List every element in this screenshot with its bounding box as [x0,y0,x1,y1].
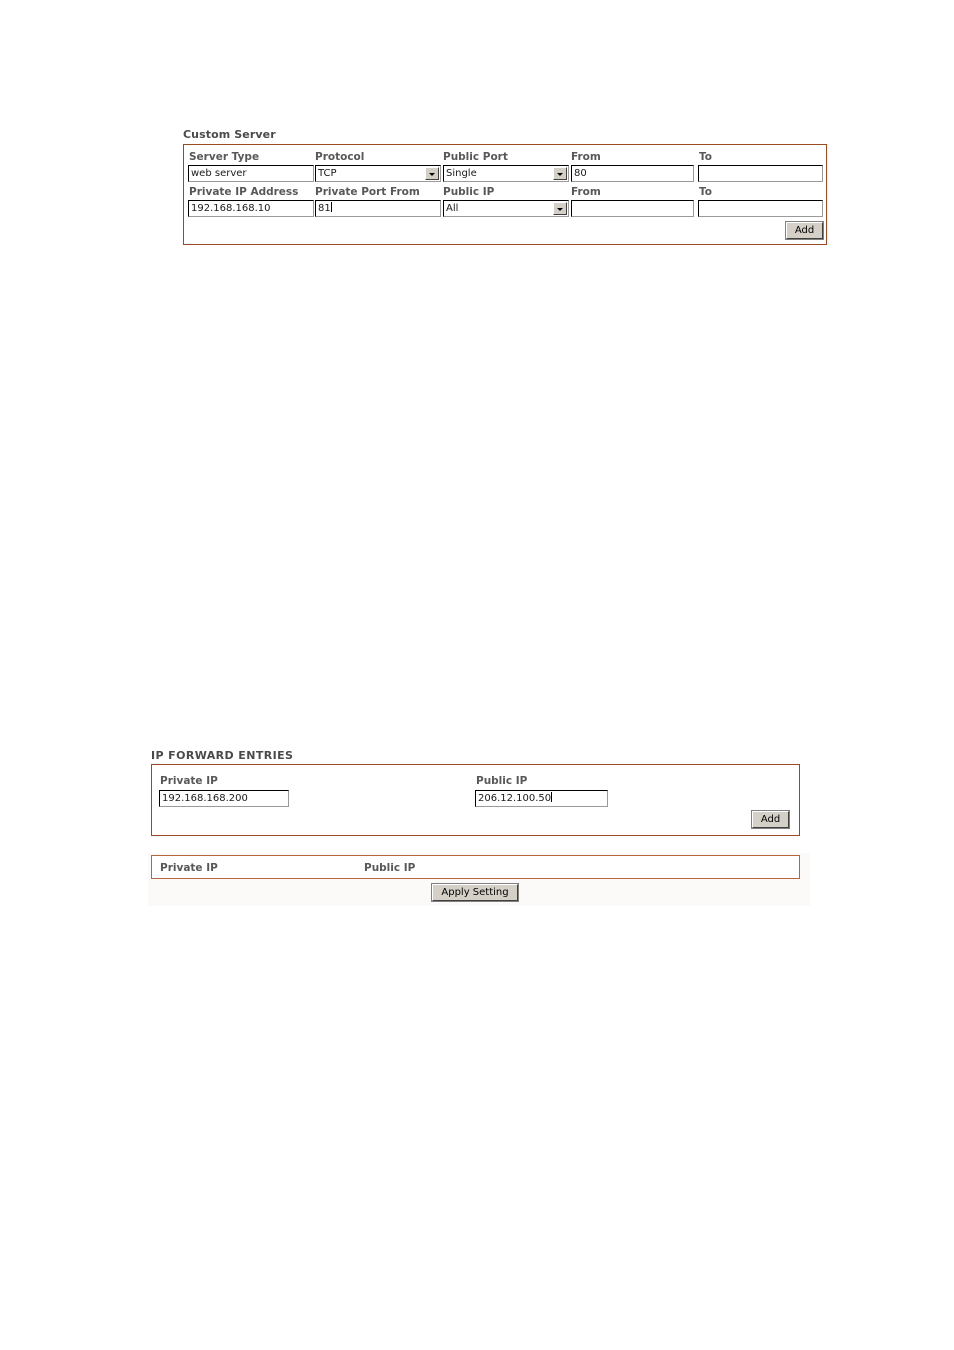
ip-forward-private-ip-input[interactable]: 192.168.168.200 [159,790,289,807]
text-caret [330,202,332,212]
private-port-from-input[interactable]: 81 [315,200,441,217]
chevron-down-icon[interactable] [553,202,567,215]
public-ip-from-label: From [571,186,601,198]
custom-server-add-button[interactable]: Add [785,221,824,240]
public-port-selected-value: Single [446,168,477,179]
public-ip-to-label: To [699,186,712,198]
private-port-from-value: 81 [318,203,331,214]
public-ip-from-input[interactable] [571,200,694,217]
protocol-selected-value: TCP [318,168,337,179]
ip-forward-public-ip-label: Public IP [476,775,528,787]
apply-setting-button[interactable]: Apply Setting [431,883,519,902]
chevron-down-icon[interactable] [425,167,439,180]
ip-forward-public-ip-input[interactable]: 206.12.100.50 [475,790,608,807]
ip-forward-private-ip-label: Private IP [160,775,218,787]
ip-forward-entries-title: IP FORWARD ENTRIES [151,749,294,762]
ip-forward-panel: Private IP Public IP 192.168.168.200 206… [151,764,800,836]
public-ip-to-input[interactable] [698,200,823,217]
protocol-label: Protocol [315,151,365,163]
public-ip-select[interactable]: All [443,200,569,217]
public-ip-selected-value: All [446,203,459,214]
table-column-public-ip: Public IP [364,862,416,874]
public-port-label: Public Port [443,151,508,163]
ip-forward-table: Private IP Public IP [151,855,800,879]
ip-forward-public-ip-value: 206.12.100.50 [478,793,552,804]
text-caret [551,792,553,802]
public-port-from-label: From [571,151,601,163]
custom-server-panel: Server Type Protocol Public Port From To… [183,144,827,245]
public-port-from-input[interactable]: 80 [571,165,694,182]
table-column-private-ip: Private IP [160,862,218,874]
private-port-from-label: Private Port From [315,186,420,198]
public-ip-label: Public IP [443,186,495,198]
public-port-select[interactable]: Single [443,165,569,182]
ip-forward-add-button[interactable]: Add [751,810,790,829]
public-port-to-label: To [699,151,712,163]
custom-server-title: Custom Server [183,128,276,141]
server-type-input[interactable]: web server [188,165,314,182]
private-ip-address-label: Private IP Address [189,186,299,198]
public-port-to-input[interactable] [698,165,823,182]
protocol-select[interactable]: TCP [315,165,441,182]
chevron-down-icon[interactable] [553,167,567,180]
private-ip-address-input[interactable]: 192.168.168.10 [188,200,314,217]
server-type-label: Server Type [189,151,260,163]
